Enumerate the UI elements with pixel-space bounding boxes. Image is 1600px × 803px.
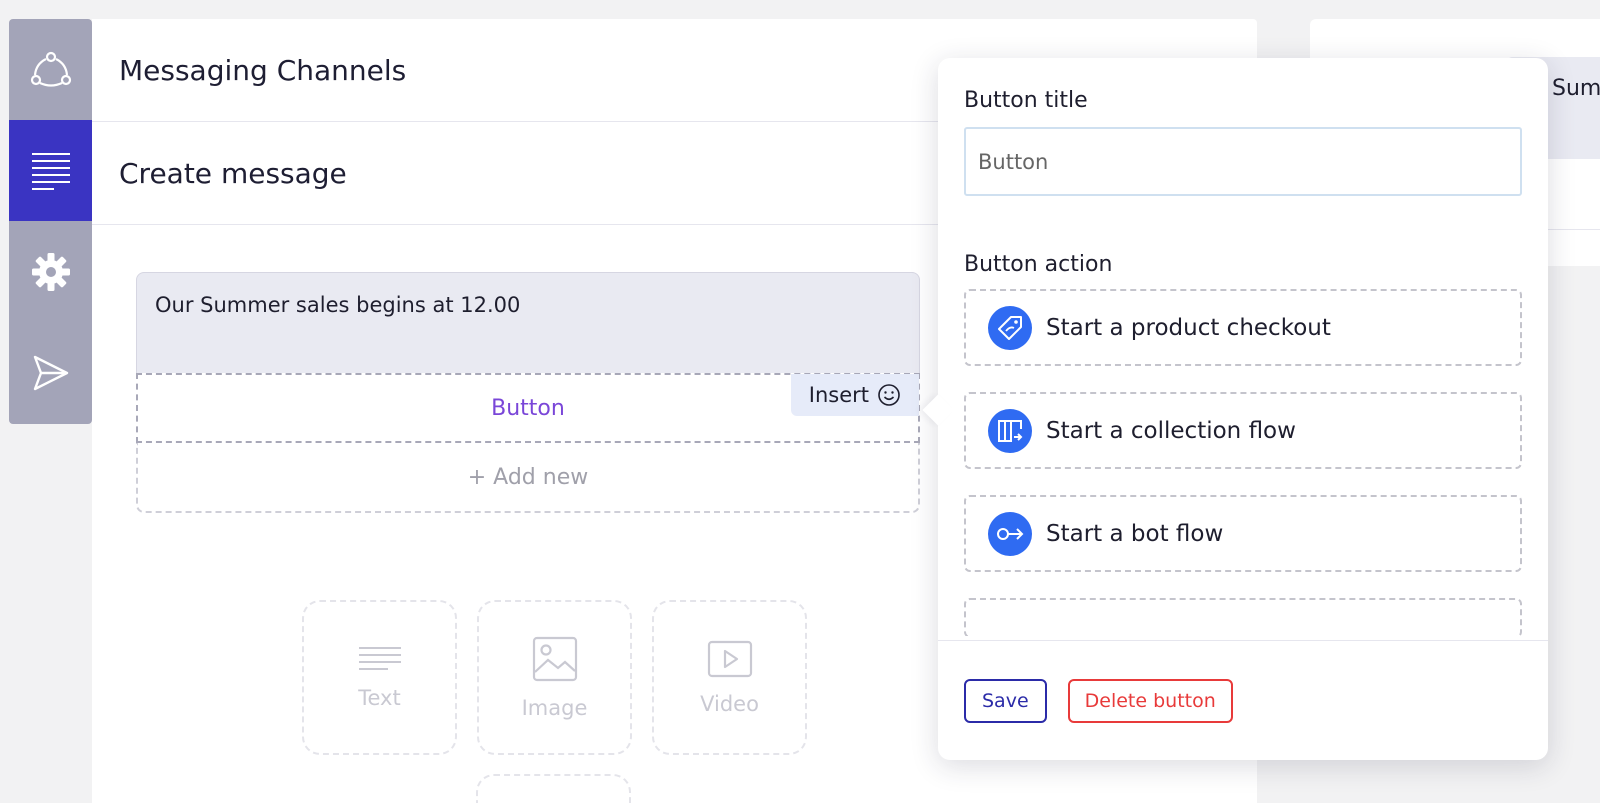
tile-text[interactable]: Text	[302, 600, 457, 755]
insert-label: Insert	[808, 383, 869, 407]
button-action-label: Button action	[964, 252, 1113, 277]
tile-image-label: Image	[521, 695, 588, 720]
button-title-input[interactable]	[964, 127, 1522, 196]
action-bot-flow[interactable]: Start a bot flow	[964, 495, 1522, 572]
gear-icon	[31, 252, 70, 291]
content-type-tiles: Text Image Video	[302, 600, 807, 755]
message-button-label: Button	[491, 395, 565, 421]
action-collection-flow[interactable]: Start a collection flow	[964, 392, 1522, 469]
action-label: Start a collection flow	[1046, 417, 1296, 444]
sidebar-item-settings[interactable]	[9, 221, 92, 322]
button-title-label: Button title	[964, 88, 1088, 113]
video-icon	[707, 640, 752, 677]
insert-emoji-button[interactable]: Insert	[790, 374, 919, 416]
action-label: Start a product checkout	[1046, 314, 1331, 341]
bot-flow-icon	[997, 527, 1024, 540]
action-product-checkout[interactable]: Start a product checkout	[964, 289, 1522, 366]
popover-footer: Save Delete button	[938, 640, 1548, 760]
tile-text-label: Text	[358, 685, 401, 710]
tile-video[interactable]: Video	[652, 600, 807, 755]
tile-more[interactable]	[476, 774, 631, 803]
lines-icon	[31, 152, 70, 190]
send-icon	[33, 355, 68, 390]
collection-icon	[998, 419, 1023, 442]
tile-video-label: Video	[700, 691, 759, 716]
price-tag-icon	[998, 315, 1022, 340]
sidebar-item-messages[interactable]	[9, 120, 92, 221]
add-new-button[interactable]: + Add new	[136, 443, 920, 513]
message-button[interactable]: Button Insert	[136, 373, 920, 443]
action-label: Start a bot flow	[1046, 520, 1224, 547]
sidebar-item-send[interactable]	[9, 322, 92, 423]
sidebar-item-network[interactable]	[9, 19, 92, 120]
tile-image[interactable]: Image	[477, 600, 632, 755]
message-text-block[interactable]: Our Summer sales begins at 12.00	[136, 272, 920, 373]
image-icon	[532, 636, 577, 681]
save-button[interactable]: Save	[964, 678, 1047, 723]
popover-body[interactable]: Button title Button action Start a produ…	[938, 58, 1548, 636]
action-icon-wrap	[988, 408, 1032, 453]
preview-text: Sum	[1552, 76, 1600, 101]
network-icon	[30, 51, 71, 87]
text-icon	[358, 646, 401, 670]
button-settings-popover: Button title Button action Start a produ…	[922, 58, 1548, 760]
smiley-icon	[878, 384, 900, 406]
delete-button[interactable]: Delete button	[1067, 678, 1233, 723]
action-icon-wrap	[988, 305, 1032, 350]
action-icon-wrap	[988, 511, 1032, 556]
action-more[interactable]	[964, 598, 1522, 636]
sidebar	[9, 19, 92, 424]
